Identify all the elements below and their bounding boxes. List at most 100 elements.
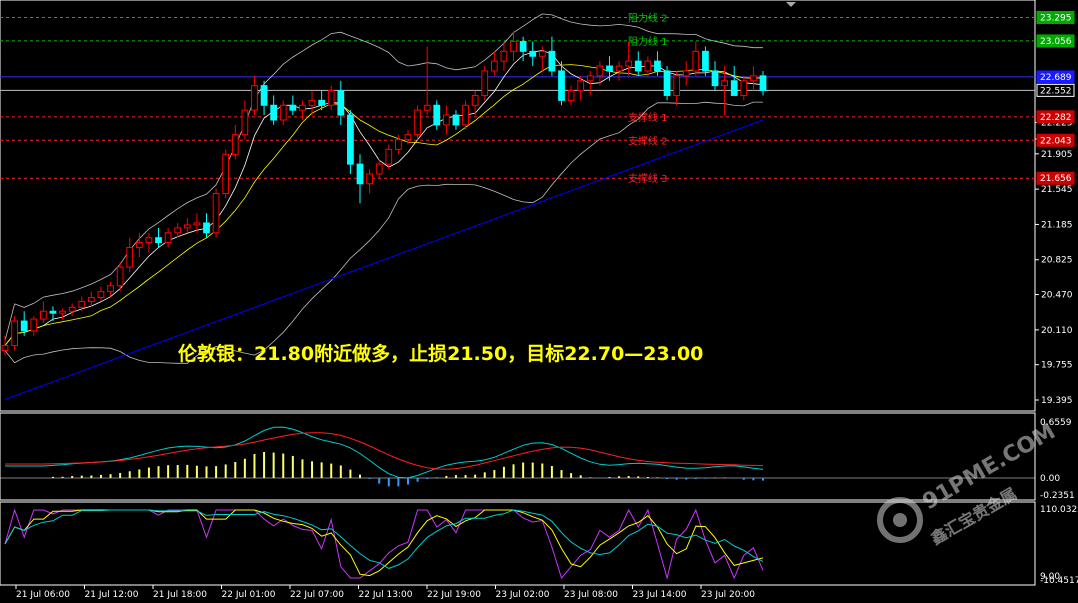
time-tick-label: 22 Jul 19:00 <box>427 590 481 600</box>
candle-body <box>212 193 220 234</box>
candle-body <box>481 70 489 96</box>
candle-body <box>519 41 527 52</box>
candle-body <box>193 222 201 226</box>
candle-body <box>510 41 517 52</box>
candle-body <box>174 227 182 234</box>
price-tag-label: 22.689 <box>1040 73 1072 83</box>
candle-body <box>183 224 191 229</box>
candle-body <box>145 237 153 244</box>
candle-body <box>135 242 143 248</box>
time-axis: 21 Jul 06:00 21 Jul 12:00 21 Jul 18:00 22 J… <box>15 585 755 600</box>
candle-body <box>40 310 47 320</box>
candle-body <box>490 60 498 72</box>
price-tick-label: 20.825 <box>1041 256 1073 266</box>
time-tick-label: 21 Jul 06:00 <box>16 590 70 600</box>
candle-body <box>433 104 441 126</box>
candle-body <box>318 99 326 106</box>
candle-body <box>663 70 671 96</box>
candle-body <box>337 90 345 116</box>
candle-body <box>606 65 613 72</box>
candle-body <box>538 50 546 57</box>
candle-body <box>347 114 354 165</box>
stoch-tick-label: 110.0322 <box>1040 505 1078 515</box>
candle-body <box>49 310 57 314</box>
time-tick-label: 22 Jul 07:00 <box>290 590 344 600</box>
candle-body <box>356 163 364 185</box>
candle-body <box>702 50 709 72</box>
macd-tick-label: 0.00 <box>1040 474 1060 484</box>
candle-body <box>759 75 767 92</box>
candle-body <box>78 300 86 308</box>
level-label: 支撑线 3 <box>628 172 668 185</box>
candle-body <box>740 80 748 96</box>
candle-body <box>471 94 479 106</box>
candle-body <box>414 109 421 136</box>
candle-body <box>615 65 623 72</box>
price-tick-label: 21.185 <box>1041 220 1073 230</box>
candle-body <box>366 173 373 185</box>
time-tick-label: 21 Jul 18:00 <box>153 590 207 600</box>
candle-body <box>155 237 162 244</box>
candle-body <box>558 70 565 101</box>
candle-body <box>30 318 38 332</box>
candle-body <box>1 345 9 351</box>
candle-body <box>87 297 95 302</box>
candle-body <box>107 285 114 293</box>
price-tick-label: 19.755 <box>1041 361 1073 371</box>
price-axis: 22.22522.05621.90521.54521.18520.82520.4… <box>1035 118 1073 406</box>
candle-body <box>375 163 383 175</box>
candle-body <box>529 50 537 57</box>
candle-body <box>203 222 210 234</box>
time-tick-label: 21 Jul 12:00 <box>85 590 139 600</box>
price-tick-label: 21.545 <box>1041 185 1073 195</box>
time-tick-label: 23 Jul 08:00 <box>564 590 618 600</box>
time-tick-label: 22 Jul 01:00 <box>222 590 276 600</box>
candle-body <box>625 60 633 67</box>
candle-body <box>692 50 700 72</box>
candle-body <box>750 75 757 82</box>
candle-body <box>327 90 335 106</box>
price-tick-label: 20.110 <box>1041 326 1073 336</box>
candle-body <box>654 60 661 72</box>
price-tick-label: 20.470 <box>1041 291 1073 301</box>
candle-body <box>126 246 134 268</box>
price-tick-label: 19.395 <box>1041 396 1073 406</box>
price-tag-label: 23.056 <box>1040 37 1072 47</box>
price-tag-label: 22.282 <box>1040 113 1072 123</box>
candle-body <box>116 266 124 287</box>
candle-body <box>462 104 469 126</box>
time-tick-label: 23 Jul 02:00 <box>496 590 550 600</box>
stoch-tick-label: -10.4517 <box>1040 576 1078 586</box>
candle-body <box>97 291 105 299</box>
candle-body <box>308 99 316 106</box>
price-tag-label: 23.295 <box>1040 13 1072 23</box>
candle-body <box>721 80 728 87</box>
trade-signal-text: 伦敦银：21.80附近做多，止损21.50，目标22.70—23.00 <box>178 342 703 365</box>
candle-body <box>711 70 719 87</box>
candle-body <box>500 50 508 62</box>
candle-body <box>586 75 594 82</box>
chart-canvas: 阻力线 2阻力线 1支撑线 1支撑线 2支撑线 3 22.22522.05621… <box>0 0 1078 600</box>
candle-body <box>548 50 556 72</box>
time-tick-label: 22 Jul 13:00 <box>359 590 413 600</box>
price-tag-label: 22.043 <box>1040 136 1072 146</box>
candle-body <box>634 60 642 72</box>
candle-body <box>59 310 66 314</box>
candle-body <box>11 320 18 347</box>
candle-body <box>289 104 297 111</box>
candle-body <box>452 114 460 126</box>
candle-body <box>20 320 28 332</box>
candle-body <box>241 109 249 136</box>
candle-body <box>385 148 393 165</box>
candle-body <box>404 134 412 141</box>
candle-body <box>222 153 230 195</box>
candle-body <box>423 104 431 111</box>
time-tick-label: 23 Jul 20:00 <box>701 590 755 600</box>
candle-body <box>231 134 239 155</box>
candle-body <box>395 139 402 150</box>
candle-body <box>279 104 287 121</box>
candle-body <box>299 104 306 111</box>
candle-body <box>577 80 585 92</box>
candle-body <box>68 306 76 312</box>
level-label: 阻力线 1 <box>628 35 668 48</box>
